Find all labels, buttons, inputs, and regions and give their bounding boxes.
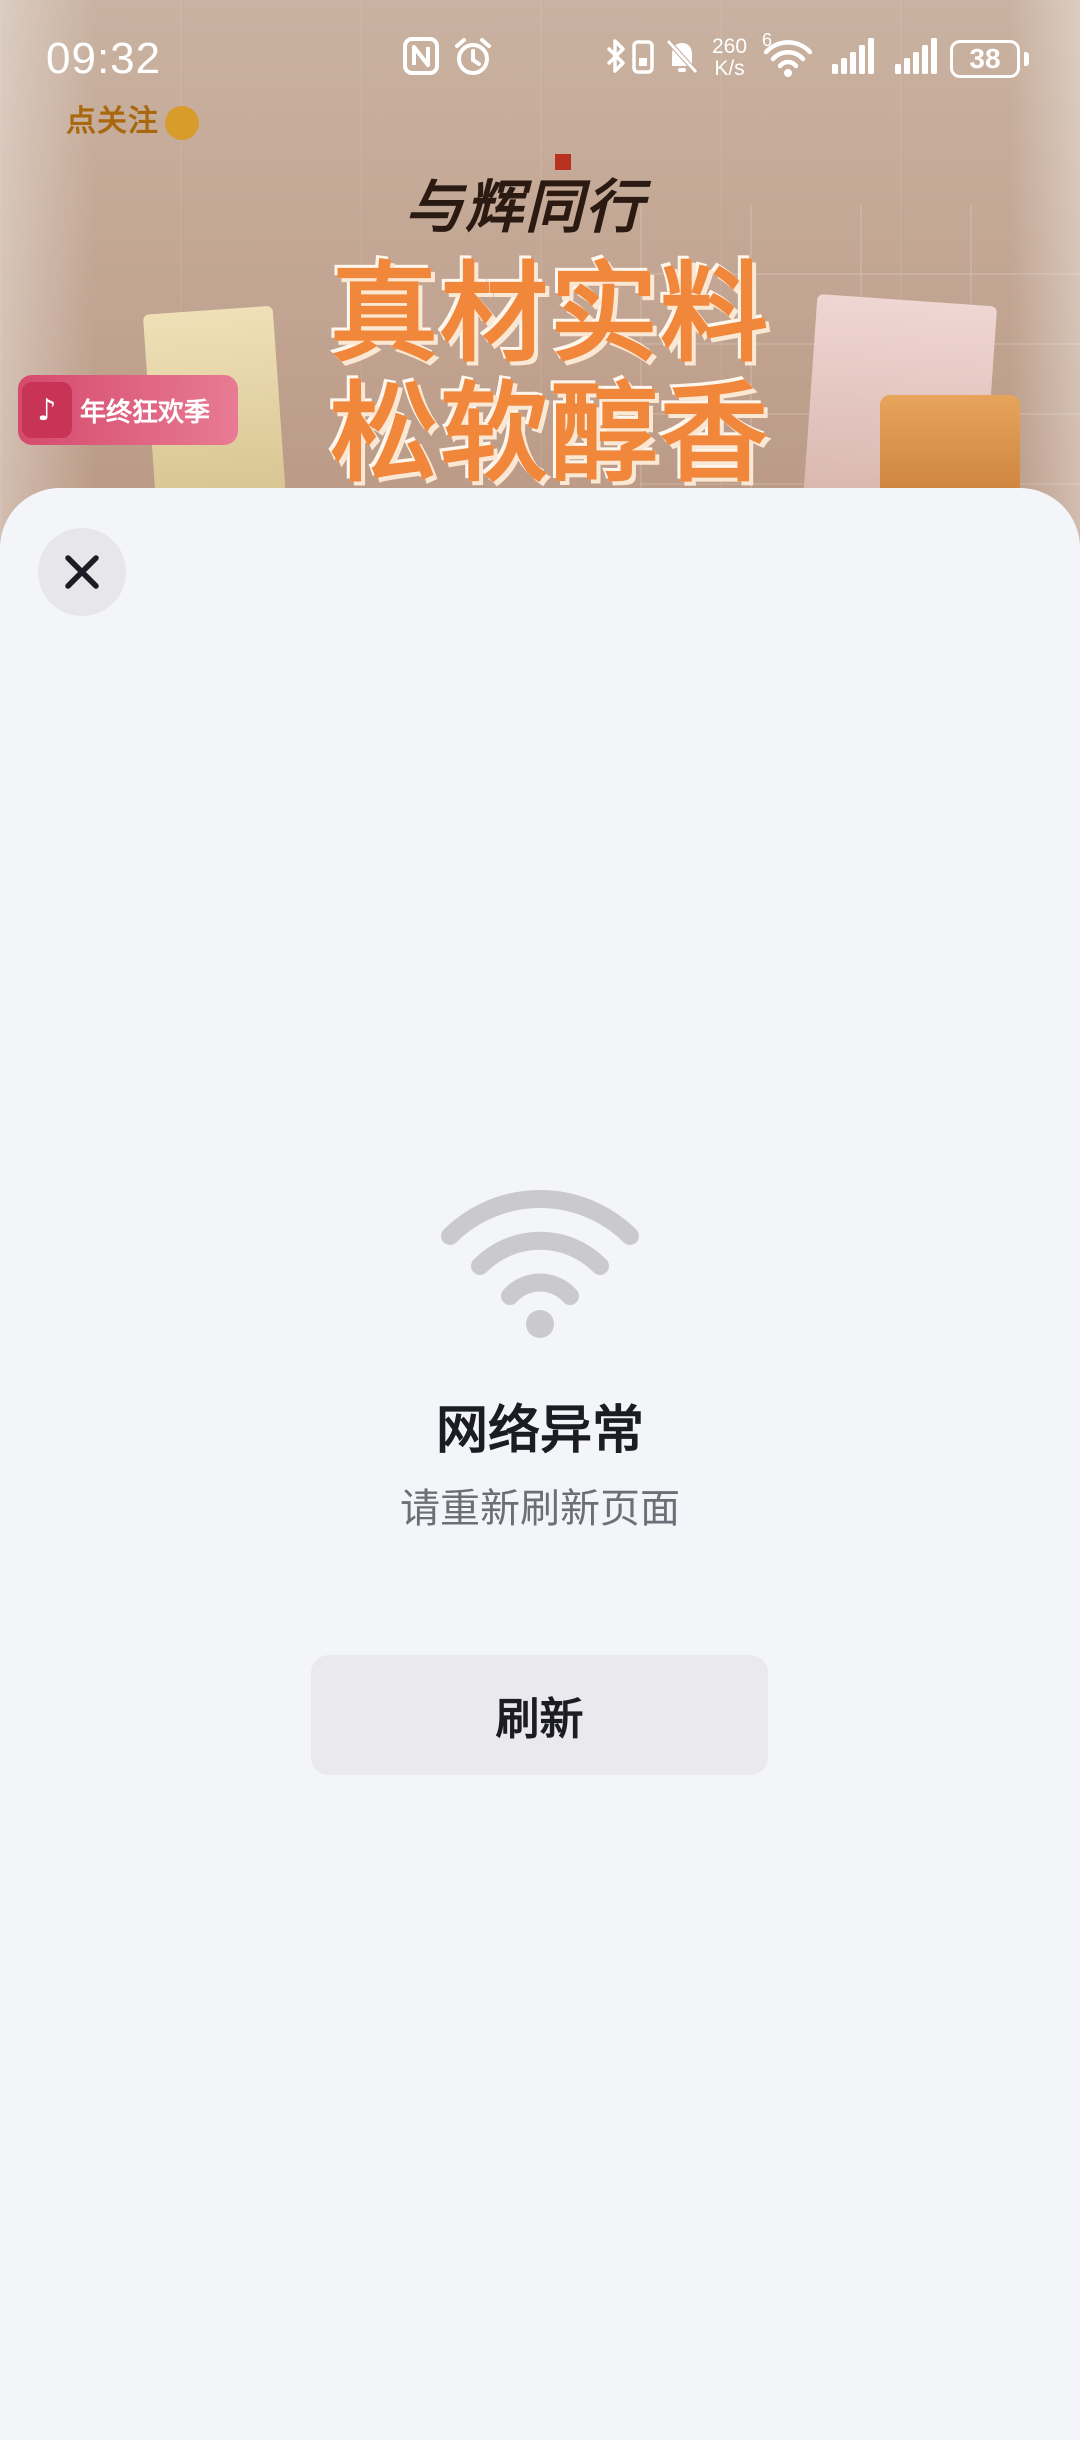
battery-level: 38: [969, 43, 1001, 74]
status-bar: 09:32 260 K/s 6 38: [0, 0, 1080, 120]
promo-tag-label: 年终狂欢季: [80, 397, 211, 428]
bottom-sheet: 网络异常 请重新刷新页面 刷新: [0, 488, 1080, 2440]
banner-headline: 真材实料 松软醇香: [290, 255, 810, 495]
status-time: 09:32: [46, 34, 162, 83]
refresh-button-label: 刷新: [495, 1694, 584, 1745]
battery-icon: 38: [950, 40, 1020, 78]
wifi6-badge: 6: [762, 30, 773, 50]
vibrate-icon: [630, 36, 656, 76]
wifi-icon: [441, 1190, 639, 1338]
headline-line-2: 松软醇香: [329, 372, 770, 497]
refresh-button[interactable]: 刷新: [311, 1655, 768, 1775]
battery-cap: [1024, 52, 1029, 66]
cellular-signal-icon: [830, 36, 876, 76]
shopping-bag-icon: ♪: [22, 382, 72, 438]
screen: 点关注 与辉同行 真材实料 松软醇香 ♪ 年终狂欢季 09:32 260 K/s…: [0, 0, 1080, 2440]
wifi6-icon: 6: [762, 30, 814, 78]
net-speed-value: 260: [712, 35, 748, 58]
bluetooth-icon: [604, 36, 628, 76]
mute-bell-icon: [664, 36, 700, 76]
net-speed-unit: K/s: [714, 57, 745, 80]
brand-logo: 与辉同行: [405, 154, 646, 244]
error-title: 网络异常: [435, 1401, 644, 1461]
net-speed: 260 K/s: [712, 36, 747, 80]
promo-tag: ♪ 年终狂欢季: [18, 375, 238, 445]
brand-logo-text: 与辉同行: [405, 173, 646, 241]
nfc-icon: [402, 36, 440, 76]
close-icon: [65, 555, 99, 589]
close-button[interactable]: [38, 528, 126, 616]
alarm-icon: [452, 36, 494, 78]
error-subtitle: 请重新刷新页面: [400, 1486, 680, 1532]
headline-line-1: 真材实料: [329, 252, 770, 377]
brand-seal-icon: [555, 154, 571, 170]
cellular-signal-icon: [893, 36, 939, 76]
